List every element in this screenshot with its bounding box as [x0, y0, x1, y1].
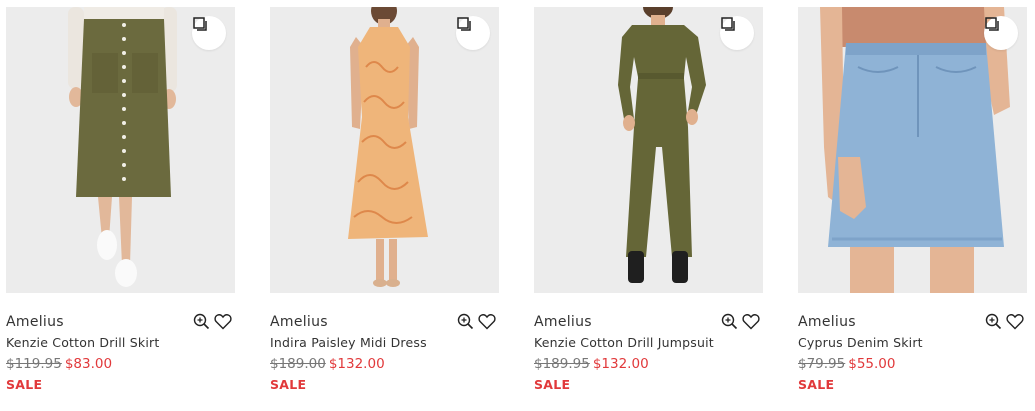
product-actions [983, 311, 1025, 331]
quick-view-button[interactable] [192, 16, 226, 50]
product-name[interactable]: Cyprus Denim Skirt [798, 335, 923, 350]
product-card: Amelius Cyprus Denim Skirt $79.95 $55.00 … [798, 7, 1027, 407]
heart-icon [1006, 313, 1024, 329]
product-brand: Amelius [798, 314, 856, 330]
zoom-in-icon [985, 313, 1001, 329]
sale-badge: SALE [534, 377, 571, 392]
sale-price: $55.00 [848, 356, 896, 372]
sale-price: $132.00 [592, 356, 649, 372]
product-prices: $189.00 $132.00 [270, 356, 385, 372]
product-image[interactable] [798, 7, 1027, 293]
product-grid: Amelius Kenzie Cotton Drill Skirt $119.9… [0, 0, 1035, 411]
product-card: Amelius Indira Paisley Midi Dress $189.0… [270, 7, 499, 407]
sale-price: $83.00 [64, 356, 113, 372]
sale-price: $132.00 [328, 356, 385, 372]
sale-badge: SALE [798, 377, 835, 392]
product-image[interactable] [270, 7, 499, 293]
product-brand: Amelius [270, 314, 328, 330]
product-name[interactable]: Kenzie Cotton Drill Jumpsuit [534, 335, 714, 350]
product-image[interactable] [534, 7, 763, 293]
product-actions [455, 311, 497, 331]
zoom-in-icon [721, 313, 737, 329]
product-prices: $119.95 $83.00 [6, 356, 112, 372]
heart-icon [214, 313, 232, 329]
heart-icon [742, 313, 760, 329]
product-card: Amelius Kenzie Cotton Drill Jumpsuit $18… [534, 7, 763, 407]
product-name[interactable]: Kenzie Cotton Drill Skirt [6, 335, 159, 350]
product-actions [719, 311, 761, 331]
sale-badge: SALE [6, 377, 43, 392]
quick-view-icon [193, 17, 207, 31]
heart-icon [478, 313, 496, 329]
wishlist-button[interactable] [477, 311, 497, 331]
sale-badge: SALE [270, 377, 307, 392]
zoom-button[interactable] [983, 311, 1003, 331]
wishlist-button[interactable] [1005, 311, 1025, 331]
original-price: $189.00 [270, 356, 326, 372]
zoom-button[interactable] [455, 311, 475, 331]
product-name[interactable]: Indira Paisley Midi Dress [270, 335, 427, 350]
zoom-in-icon [193, 313, 209, 329]
product-brand: Amelius [6, 314, 64, 330]
product-card: Amelius Kenzie Cotton Drill Skirt $119.9… [6, 7, 235, 407]
original-price: $79.95 [798, 356, 846, 372]
wishlist-button[interactable] [213, 311, 233, 331]
wishlist-button[interactable] [741, 311, 761, 331]
original-price: $119.95 [6, 356, 62, 372]
product-actions [191, 311, 233, 331]
quick-view-button[interactable] [456, 16, 490, 50]
quick-view-button[interactable] [720, 16, 754, 50]
zoom-button[interactable] [191, 311, 211, 331]
zoom-button[interactable] [719, 311, 739, 331]
product-image[interactable] [6, 7, 235, 293]
zoom-in-icon [457, 313, 473, 329]
quick-view-icon [985, 17, 999, 31]
quick-view-button[interactable] [984, 16, 1018, 50]
original-price: $189.95 [534, 356, 590, 372]
quick-view-icon [721, 17, 735, 31]
product-prices: $189.95 $132.00 [534, 356, 649, 372]
product-prices: $79.95 $55.00 [798, 356, 896, 372]
product-brand: Amelius [534, 314, 592, 330]
quick-view-icon [457, 17, 471, 31]
